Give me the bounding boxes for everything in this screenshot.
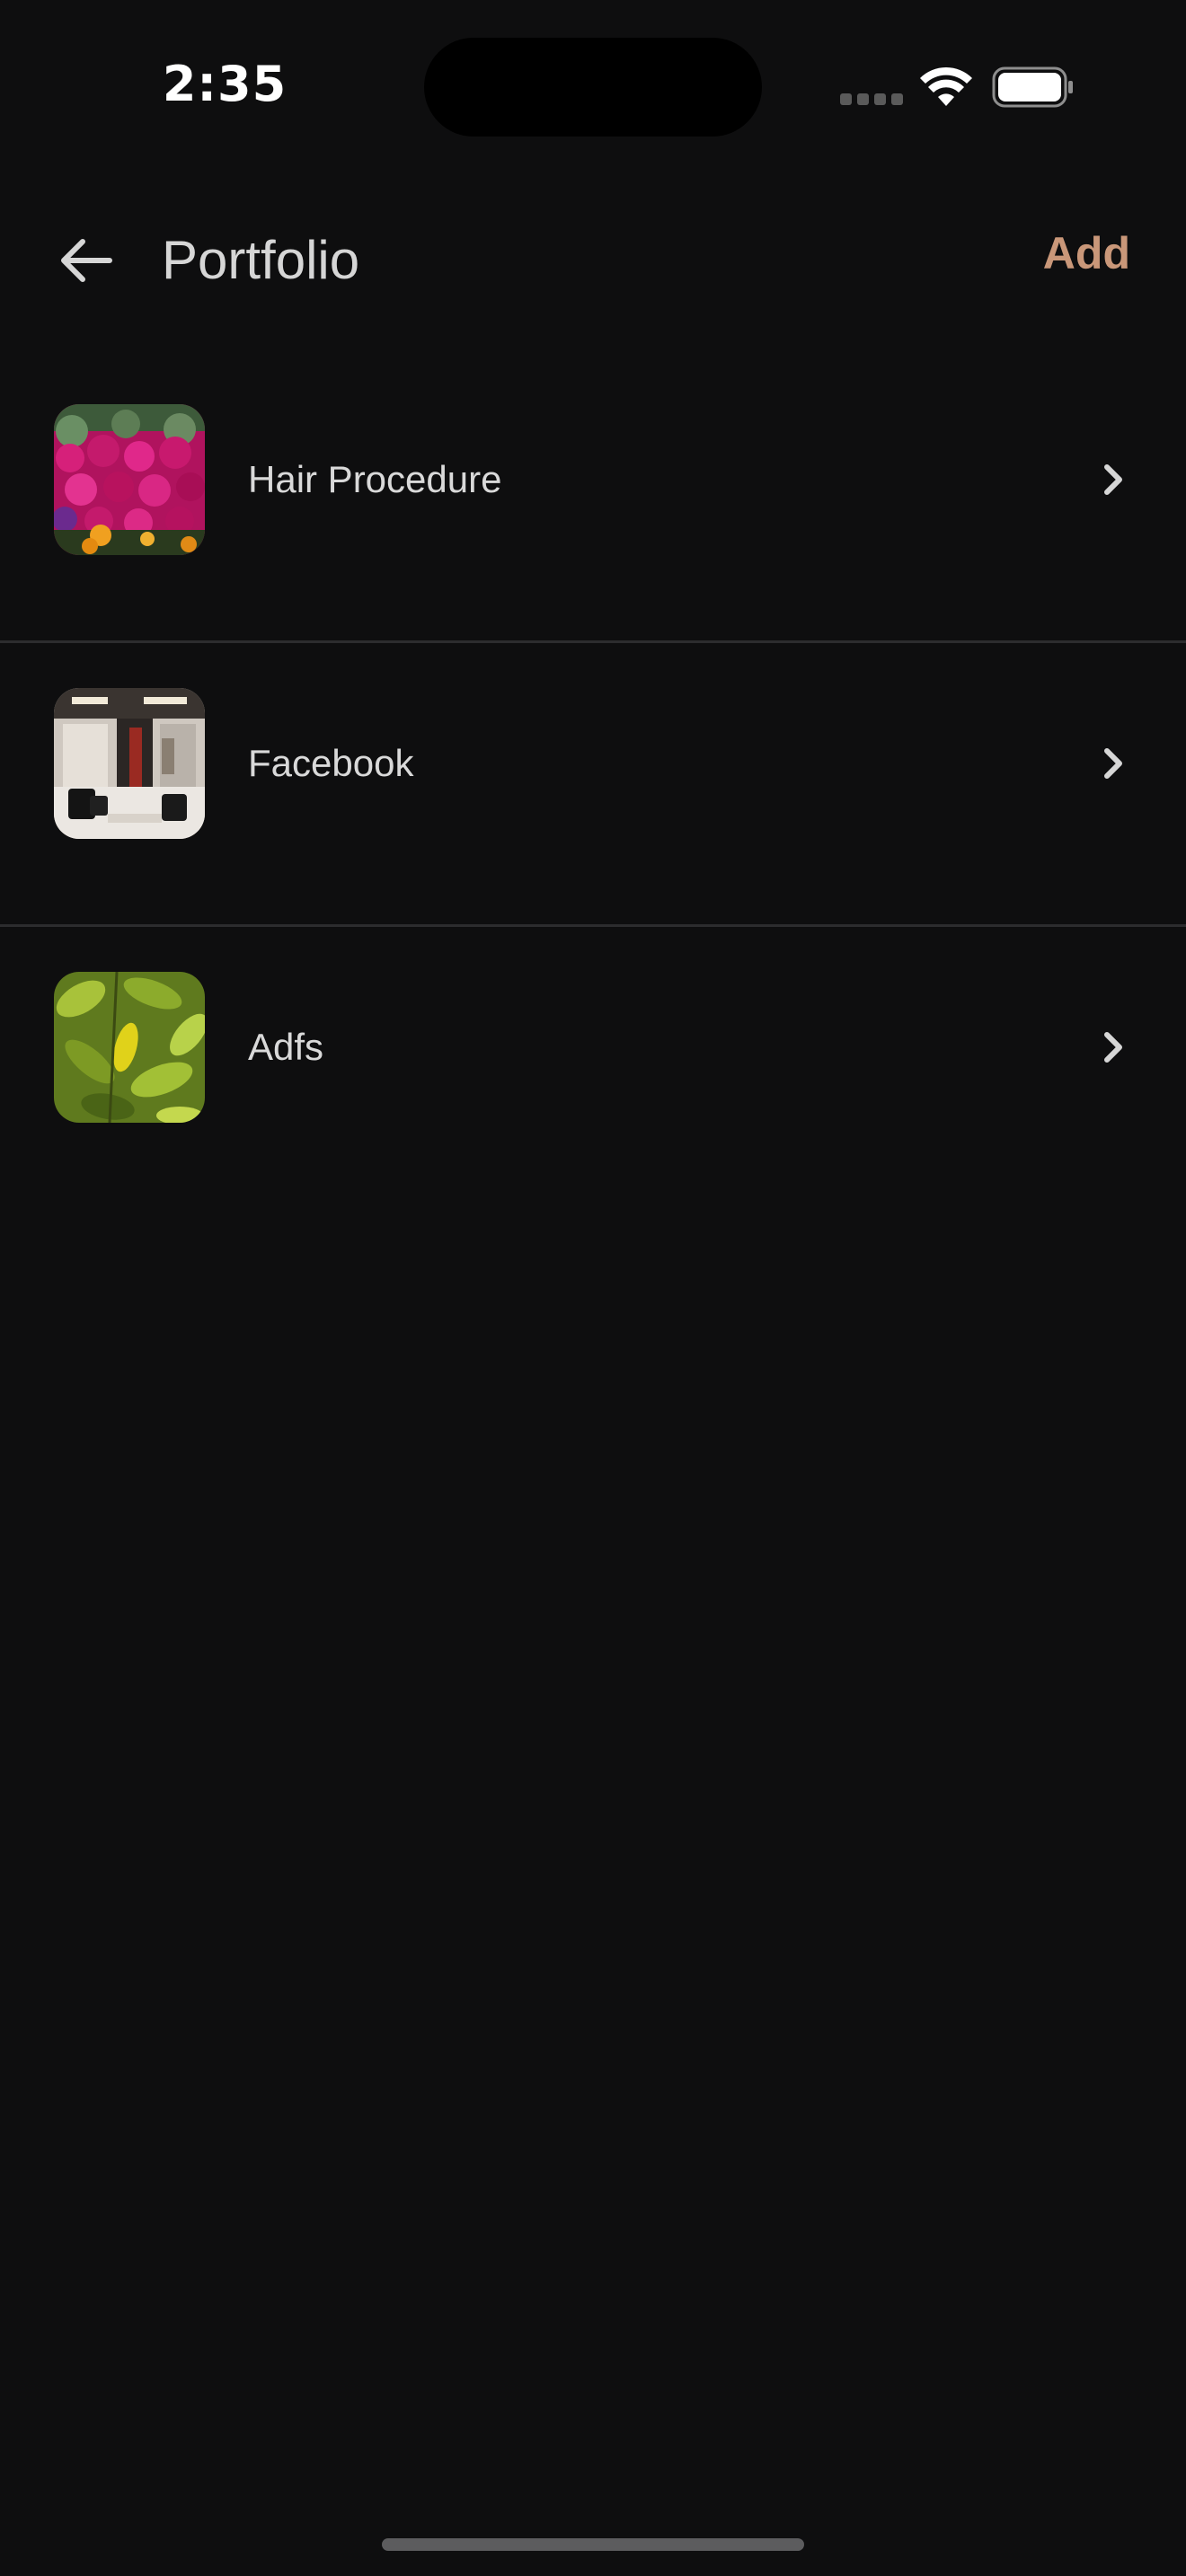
list-item-label: Facebook xyxy=(248,742,414,784)
list-item[interactable]: Adfs xyxy=(0,927,1186,1208)
list-item[interactable]: Facebook xyxy=(0,643,1186,927)
status-time: 2:35 xyxy=(162,56,288,112)
battery-icon xyxy=(992,66,1073,108)
back-button[interactable] xyxy=(50,225,122,296)
green-leaves-image xyxy=(54,972,205,1123)
add-button[interactable]: Add xyxy=(1043,223,1130,284)
cellular-signal-icon xyxy=(840,93,903,106)
page-title: Portfolio xyxy=(162,230,360,290)
salon-interior-image xyxy=(54,688,205,839)
portfolio-list: Hair Procedure Facebook Adfs xyxy=(0,359,1186,1208)
status-bar: 2:35 xyxy=(0,0,1186,171)
dynamic-island xyxy=(424,38,762,137)
home-indicator[interactable] xyxy=(382,2538,804,2551)
chevron-right-icon xyxy=(1104,464,1122,495)
arrow-left-icon xyxy=(61,239,112,282)
chevron-right-icon xyxy=(1104,748,1122,779)
wifi-icon xyxy=(920,66,972,106)
navigation-header: Portfolio Add xyxy=(0,198,1186,323)
list-item-label: Hair Procedure xyxy=(248,458,502,500)
chevron-right-icon xyxy=(1104,1032,1122,1063)
pink-flowers-image xyxy=(54,404,205,555)
list-item[interactable]: Hair Procedure xyxy=(0,359,1186,643)
list-item-label: Adfs xyxy=(248,1026,324,1068)
